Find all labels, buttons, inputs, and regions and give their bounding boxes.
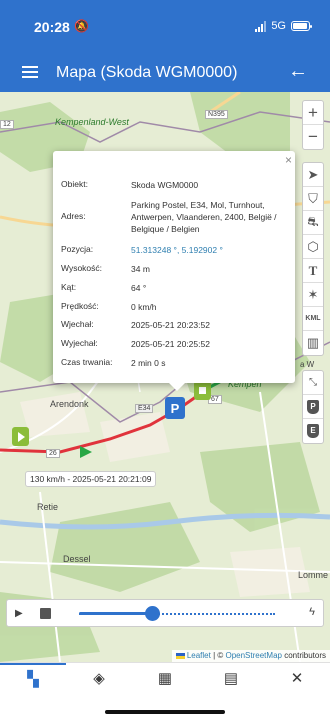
- parking-marker[interactable]: P: [165, 397, 185, 419]
- popup-label: Kąt:: [61, 282, 77, 292]
- object-info-popup: × Obiekt: Skoda WGM0000 Adres: Parking P…: [53, 151, 295, 391]
- route-icon[interactable]: ⛐: [303, 211, 323, 235]
- place-label: Retie: [37, 502, 59, 512]
- place-label: a W: [300, 360, 315, 369]
- zoom-out-button[interactable]: −: [303, 125, 323, 149]
- attribution-separator: | ©: [210, 651, 226, 660]
- road-badge: E34: [135, 404, 154, 413]
- playback-progress: [79, 612, 152, 615]
- attribution-text: contributors: [281, 651, 326, 660]
- parking-filter-icon[interactable]: P: [303, 395, 323, 419]
- popup-label: Prędkość:: [61, 301, 99, 311]
- signal-icon: [255, 20, 267, 32]
- fit-bounds-icon[interactable]: ⤡: [303, 371, 323, 395]
- playback-bar: ▶ ϟ: [6, 599, 324, 627]
- popup-label: Wysokość:: [61, 263, 103, 273]
- page-title: Mapa (Skoda WGM0000): [56, 64, 238, 81]
- popup-value: 0 km/h: [131, 302, 157, 312]
- text-tool-icon[interactable]: T: [303, 259, 323, 283]
- popup-value: Skoda WGM0000: [131, 180, 199, 190]
- map-tab-icon[interactable]: ▚: [0, 663, 66, 693]
- kml-button[interactable]: KML: [303, 307, 323, 331]
- battery-icon: [291, 21, 312, 31]
- cluster-icon[interactable]: ✶: [303, 283, 323, 307]
- start-marker[interactable]: [12, 427, 29, 446]
- playback-slider-handle[interactable]: [144, 606, 160, 621]
- popup-value: 64 °: [131, 283, 147, 293]
- bottom-nav: ▚ ◈ ▦ ▤ ✕: [0, 662, 330, 696]
- hamburger-menu-icon[interactable]: [22, 66, 38, 78]
- place-label: Kempenland-West: [55, 117, 129, 127]
- place-label: Lomme: [298, 570, 329, 580]
- status-indicators: 5G: [255, 20, 312, 32]
- close-icon[interactable]: ×: [285, 153, 292, 167]
- network-type: 5G: [271, 20, 286, 32]
- close-tab-icon[interactable]: ✕: [264, 663, 330, 693]
- position-link[interactable]: 51.313248 °, 5.192902 °: [131, 244, 293, 256]
- map-filter-control: ⤡ P E: [302, 370, 324, 444]
- stop-icon[interactable]: [40, 608, 51, 619]
- status-bar: 20:28 🔕 5G: [0, 0, 330, 52]
- road-badge: N395: [205, 110, 228, 119]
- shield-icon[interactable]: ⛉: [303, 187, 323, 211]
- app-bar: Mapa (Skoda WGM0000) ←: [0, 52, 330, 92]
- polygon-icon[interactable]: ⬡: [303, 235, 323, 259]
- event-filter-icon[interactable]: E: [303, 419, 323, 443]
- place-label: Dessel: [63, 554, 91, 564]
- popup-value: Parking Postel, E34, Mol, Turnhout, Antw…: [131, 200, 277, 234]
- leaflet-link[interactable]: Leaflet: [187, 651, 211, 660]
- map-layers-icon[interactable]: ▥: [303, 331, 323, 355]
- play-icon[interactable]: ▶: [15, 608, 23, 619]
- osm-link[interactable]: OpenStreetMap: [225, 651, 281, 660]
- speed-bolt-icon[interactable]: ϟ: [309, 606, 315, 618]
- zoom-in-button[interactable]: +: [303, 101, 323, 125]
- bell-muted-icon: 🔕: [74, 19, 89, 33]
- popup-value: 2025-05-21 20:23:52: [131, 320, 210, 330]
- locate-arrow-icon[interactable]: ➤: [303, 163, 323, 187]
- popup-value: 2 min 0 s: [131, 358, 166, 368]
- popup-label: Czas trwania:: [61, 357, 113, 367]
- status-time: 20:28: [34, 19, 70, 35]
- popup-label: Adres:: [61, 211, 86, 221]
- popup-label: Wjechał:: [61, 319, 94, 329]
- road-badge: 26: [46, 449, 60, 458]
- end-marker[interactable]: [194, 381, 211, 400]
- chart-tab-icon[interactable]: ▦: [132, 663, 198, 693]
- zoom-control: + −: [302, 100, 324, 150]
- track-point-tooltip: 130 km/h - 2025-05-21 20:21:09: [25, 471, 157, 487]
- place-label: Arendonk: [50, 399, 89, 409]
- directions-tab-icon[interactable]: ◈: [66, 663, 132, 693]
- home-indicator: [105, 710, 225, 714]
- map-view[interactable]: Kempenland-West Arendonk Retie Dessel Lo…: [0, 92, 330, 662]
- road-badge: 12: [0, 120, 14, 129]
- popup-label: Wyjechał:: [61, 338, 98, 348]
- messages-tab-icon[interactable]: ▤: [198, 663, 264, 693]
- map-attribution: Leaflet | © OpenStreetMap contributors: [171, 650, 330, 662]
- popup-label: Pozycja:: [61, 244, 94, 254]
- popup-value: 2025-05-21 20:25:52: [131, 339, 210, 349]
- direction-arrow-icon: [80, 446, 92, 458]
- flag-icon: [175, 652, 185, 659]
- map-tools-control: ➤ ⛉ ⛐ ⬡ T ✶ KML ▥: [302, 162, 324, 356]
- battery-level: [293, 23, 307, 29]
- popup-label: Obiekt:: [61, 179, 88, 189]
- popup-value: 34 m: [131, 264, 150, 274]
- back-arrow-icon[interactable]: ←: [288, 60, 308, 83]
